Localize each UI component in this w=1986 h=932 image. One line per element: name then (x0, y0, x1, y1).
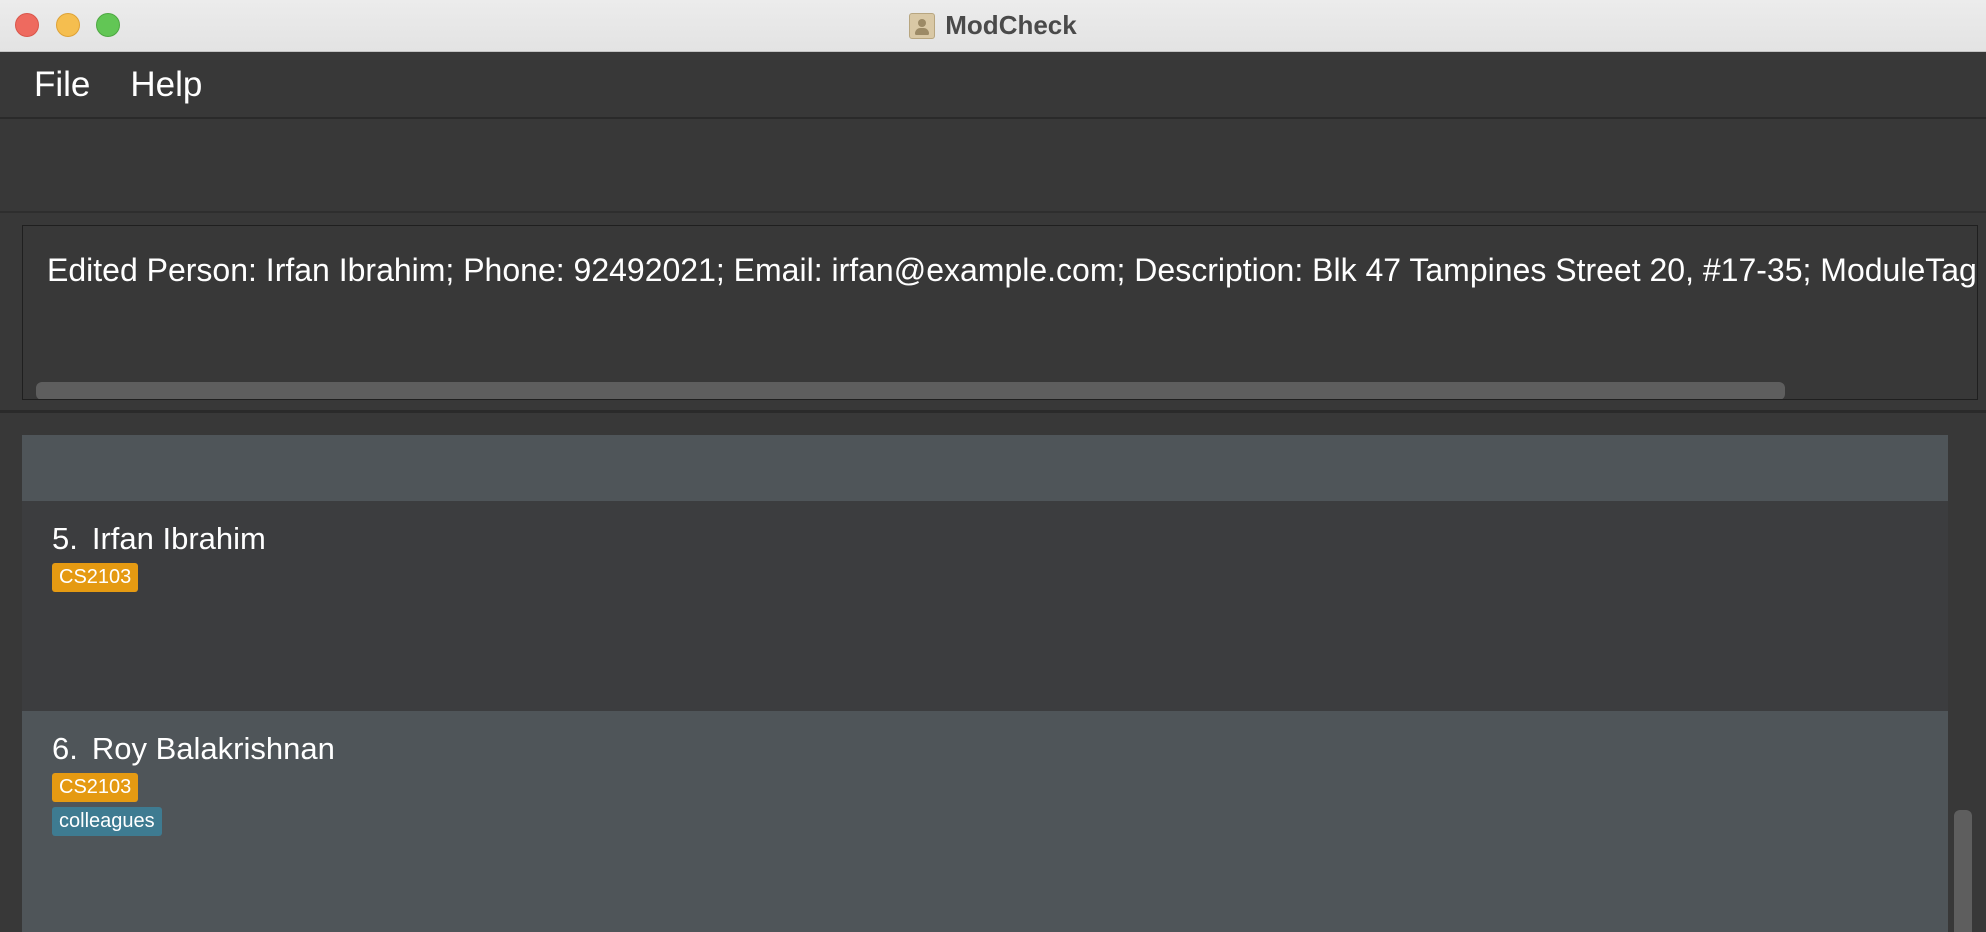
person-index: 6. (52, 731, 78, 766)
module-tag: CS2103 (52, 563, 139, 592)
tag-row: CS2103 (52, 769, 1948, 802)
person-name: Irfan Ibrahim (91, 521, 266, 556)
result-message: Edited Person: Irfan Ibrahim; Phone: 924… (47, 252, 1978, 288)
window-title-group: ModCheck (0, 0, 1986, 51)
result-display-panel: Edited Person: Irfan Ibrahim; Phone: 924… (0, 213, 1986, 413)
menu-file[interactable]: File (0, 65, 110, 105)
horizontal-scrollbar[interactable] (36, 382, 1785, 399)
tag-row: colleagues (52, 803, 1948, 836)
list-item[interactable] (22, 435, 1948, 501)
address-book-icon (909, 12, 936, 39)
title-bar: ModCheck (0, 0, 1986, 52)
module-tag: CS2103 (52, 773, 139, 802)
command-input[interactable] (24, 137, 1978, 215)
person-card[interactable]: 5. Irfan Ibrahim CS2103 (22, 501, 1948, 711)
person-name-line: 5. Irfan Ibrahim (52, 521, 1948, 557)
window-title: ModCheck (945, 10, 1077, 40)
menu-help[interactable]: Help (110, 65, 222, 105)
person-name-line: 6. Roy Balakrishnan (52, 731, 1948, 767)
person-card[interactable]: 6. Roy Balakrishnan CS2103 colleagues (22, 711, 1948, 932)
vertical-scrollbar[interactable] (1954, 810, 1972, 932)
person-list: 5. Irfan Ibrahim CS2103 6. Roy Balakrishna… (0, 413, 1986, 932)
person-index: 5. (52, 521, 78, 556)
command-box (0, 119, 1986, 215)
tag-row: CS2103 (52, 559, 1948, 592)
menu-bar: File Help (0, 52, 1986, 119)
person-name: Roy Balakrishnan (91, 731, 335, 766)
result-display[interactable]: Edited Person: Irfan Ibrahim; Phone: 924… (22, 225, 1978, 400)
group-tag: colleagues (52, 807, 162, 836)
